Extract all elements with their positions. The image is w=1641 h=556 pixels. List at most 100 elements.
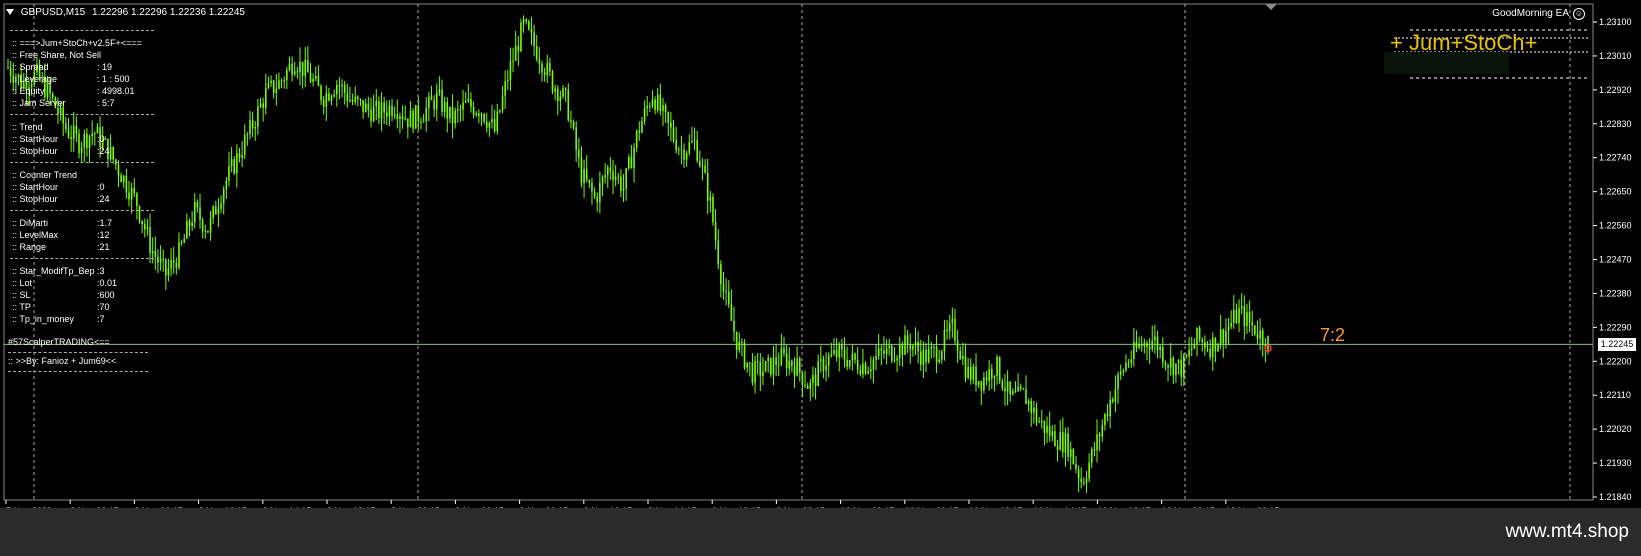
candle-body [267, 83, 270, 88]
candle-body [270, 80, 272, 84]
candle-body [401, 116, 404, 120]
candle-body [188, 221, 191, 227]
candle-body [1206, 348, 1209, 350]
candle-body [791, 360, 793, 367]
candle-body [470, 99, 472, 107]
candle-body [848, 360, 851, 367]
candle-body [1140, 344, 1143, 347]
candle-body [827, 355, 830, 366]
candle-body [196, 202, 199, 208]
candle-body [641, 121, 643, 133]
price-tick-label: 1.21930 [1599, 458, 1632, 468]
candle-body [683, 149, 685, 160]
ea-name: GoodMorning EA [1492, 8, 1569, 19]
candle-body [712, 196, 714, 223]
candle-body [435, 92, 438, 110]
candle-body [1251, 322, 1254, 326]
candle-body [643, 107, 646, 122]
time-tick-label: 13 Nov 02:15 [1226, 506, 1280, 508]
param-label: :: Lot [12, 278, 33, 288]
chart-canvas[interactable]: 1.23100 1.23010 1.22920 1.22830 1.22740 1.226… [0, 0, 1641, 508]
candle-body [1117, 374, 1119, 390]
candle-body [917, 341, 919, 352]
candle-body [1033, 407, 1035, 413]
candle-body [1248, 311, 1251, 323]
candle-body [338, 84, 341, 87]
candle-body [609, 167, 612, 172]
candle-body [662, 105, 664, 112]
info-row: :: Jam Server: 5:7 [12, 97, 154, 109]
candle-body [885, 347, 888, 354]
candle-body [804, 384, 806, 386]
candle-body [1135, 342, 1138, 348]
symbol-header: GBPUSD,M15 1.22296 1.22296 1.22236 1.222… [6, 7, 245, 18]
candle-body [154, 250, 157, 257]
candle-body [946, 329, 948, 332]
chevron-down-icon[interactable] [6, 9, 14, 16]
ea-label[interactable]: GoodMorning EA ☺ [1492, 8, 1585, 20]
signature-block: #57ScalperTRADING<== :: >>By: Fanioz + J… [8, 337, 148, 372]
candle-body [1219, 329, 1222, 345]
candle-body [478, 113, 480, 116]
candle-body [199, 207, 201, 221]
chart-area[interactable]: 1.23100 1.23010 1.22920 1.22830 1.22740 1.226… [0, 0, 1641, 508]
candle-body [541, 63, 543, 73]
candle-body [291, 63, 293, 75]
candle-body [809, 382, 812, 389]
candle-body [927, 348, 930, 363]
candle-body [264, 87, 267, 108]
candle-body [746, 362, 748, 368]
separator [8, 371, 148, 372]
candle-body [901, 344, 904, 355]
candle-body [204, 230, 207, 232]
candle-body [320, 86, 322, 101]
candle-body [1185, 355, 1188, 357]
candle-body [464, 101, 467, 103]
candle-body [914, 341, 917, 346]
candle-body [1104, 414, 1106, 426]
candle-body [404, 118, 407, 120]
candle-body [856, 359, 859, 370]
candle-body [238, 153, 241, 158]
counter-label: :: StartHour [12, 182, 59, 192]
candle-body [762, 371, 764, 377]
candle-body [1109, 399, 1111, 417]
candle-body [1004, 388, 1006, 392]
time-tick-label: 10 Nov 14:15 [1033, 506, 1087, 508]
candle-body [699, 160, 701, 167]
candle-body [220, 203, 222, 209]
candle-body [251, 120, 254, 129]
counter-value: :24 [97, 194, 110, 204]
time-tick-label: 9 Nov 02:15 [455, 506, 504, 508]
candle-body [278, 80, 280, 89]
info-value: : 4998.01 [97, 86, 135, 96]
candle-body [322, 100, 325, 107]
candle-body [286, 70, 288, 81]
candle-body [722, 284, 725, 292]
candle-body [357, 96, 359, 100]
counter-title: :: Counter Trend [12, 170, 78, 180]
candle-body [696, 140, 698, 161]
candle-body [1235, 309, 1238, 324]
candle-body [462, 102, 464, 110]
candle-body [1025, 389, 1027, 405]
candle-body [328, 93, 330, 101]
candle-body [720, 264, 722, 285]
trend-row: :: StopHour:24 [12, 145, 154, 157]
candle-body [428, 96, 430, 108]
candle-body [983, 377, 985, 391]
param-label: :: Star_ModifTp_Bep [12, 266, 95, 276]
candle-body [904, 335, 906, 355]
candle-body [191, 222, 193, 227]
candle-body [772, 357, 775, 375]
counter-label: :: StopHour [12, 194, 58, 204]
author-text: :: >>By: Fanioz + Jum69<< [8, 356, 117, 366]
candle-body [233, 159, 236, 174]
candle-body [925, 349, 927, 363]
candle-body [701, 165, 704, 167]
candle-body [941, 351, 943, 360]
candle-body [525, 19, 528, 22]
candle-body [756, 361, 759, 363]
candle-body [257, 106, 259, 127]
candle-body [717, 240, 720, 265]
